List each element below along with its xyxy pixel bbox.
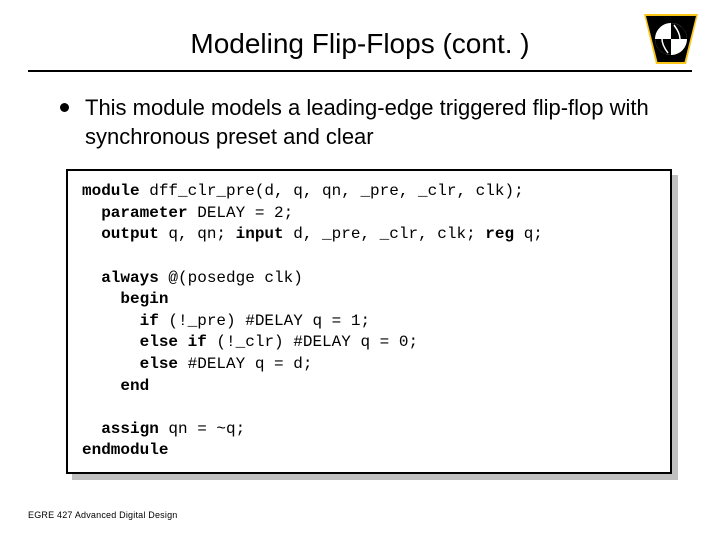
kw-endmodule: endmodule: [82, 441, 168, 459]
kw-input: input: [236, 225, 284, 243]
kw-assign: assign: [82, 420, 159, 438]
code-box: module dff_clr_pre(d, q, qn, _pre, _clr,…: [66, 169, 672, 474]
footer-text: EGRE 427 Advanced Digital Design: [28, 510, 177, 520]
kw-output: output: [82, 225, 159, 243]
kw-else: else: [82, 355, 178, 373]
code-text: (!_clr) #DELAY q = 0;: [207, 333, 418, 351]
slide-body: This module models a leading-edge trigge…: [28, 72, 692, 474]
slide: Modeling Flip-Flops (cont. ) This module…: [0, 0, 720, 540]
code-text: dff_clr_pre(d, q, qn, _pre, _clr, clk);: [140, 182, 524, 200]
kw-begin: begin: [82, 290, 168, 308]
code-text: (!_pre) #DELAY q = 1;: [159, 312, 370, 330]
kw-parameter: parameter: [82, 204, 188, 222]
code-text: #DELAY q = d;: [178, 355, 312, 373]
vt-logo-icon: [644, 14, 698, 64]
code-text: d, _pre, _clr, clk;: [284, 225, 486, 243]
title-row: Modeling Flip-Flops (cont. ): [28, 16, 692, 72]
kw-reg: reg: [485, 225, 514, 243]
kw-end: end: [82, 377, 149, 395]
kw-if: if: [82, 312, 159, 330]
bullet-dot-icon: [60, 103, 69, 112]
bullet-text: This module models a leading-edge trigge…: [85, 94, 674, 151]
code-text: q;: [514, 225, 543, 243]
kw-module: module: [82, 182, 140, 200]
kw-else-if: else if: [82, 333, 207, 351]
code-text: q, qn;: [159, 225, 236, 243]
bullet-item: This module models a leading-edge trigge…: [60, 94, 674, 151]
slide-title: Modeling Flip-Flops (cont. ): [190, 28, 529, 60]
code-text: @(posedge clk): [159, 269, 303, 287]
kw-always: always: [82, 269, 159, 287]
code-text: qn = ~q;: [159, 420, 245, 438]
code-block: module dff_clr_pre(d, q, qn, _pre, _clr,…: [66, 169, 672, 474]
code-text: DELAY = 2;: [188, 204, 294, 222]
